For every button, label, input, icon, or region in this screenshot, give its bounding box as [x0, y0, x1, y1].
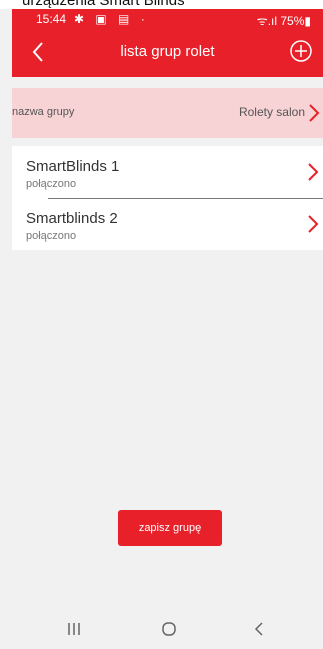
status-time: 15:44 — [36, 12, 67, 26]
status-right: ᯤ.ıl 75%▮ — [256, 14, 311, 28]
chevron-right-icon — [307, 163, 319, 181]
chevron-right-icon — [308, 104, 320, 122]
device-name: SmartBlinds 1 — [26, 158, 120, 175]
screenshot-caption: urządzenia Smart Blinds — [0, 0, 323, 9]
nav-back-icon[interactable] — [252, 620, 266, 638]
home-icon[interactable] — [160, 620, 178, 638]
device-list: SmartBlinds 1 połączono Smartblinds 2 po… — [12, 146, 323, 250]
android-nav-bar — [12, 608, 323, 649]
device-status: połączono — [26, 230, 77, 242]
device-status: połączono — [26, 178, 77, 190]
toolbar: lista grup rolet — [12, 31, 323, 77]
status-bar: 15:44 ✱ ▣ ▤ · ᯤ.ıl 75%▮ — [12, 9, 323, 29]
device-name: Smartblinds 2 — [26, 210, 118, 227]
recent-apps-icon[interactable] — [66, 620, 82, 638]
save-group-button[interactable]: zapisz grupę — [118, 510, 222, 546]
group-name-label: nazwa grupy — [12, 106, 75, 118]
app-header: 15:44 ✱ ▣ ▤ · ᯤ.ıl 75%▮ lista grup rolet — [12, 9, 323, 77]
notification-icons: ✱ ▣ ▤ · — [74, 12, 149, 26]
group-name-row[interactable]: nazwa grupy Rolety salon — [12, 88, 323, 138]
group-name-value: Rolety salon — [238, 105, 305, 119]
list-item[interactable]: SmartBlinds 1 połączono — [12, 146, 323, 199]
add-circle-icon[interactable] — [289, 39, 313, 63]
list-item[interactable]: Smartblinds 2 połączono — [12, 198, 323, 250]
caption-text: urządzenia Smart Blinds — [22, 0, 185, 9]
page-title: lista grup rolet — [120, 43, 215, 60]
chevron-right-icon — [307, 215, 319, 233]
